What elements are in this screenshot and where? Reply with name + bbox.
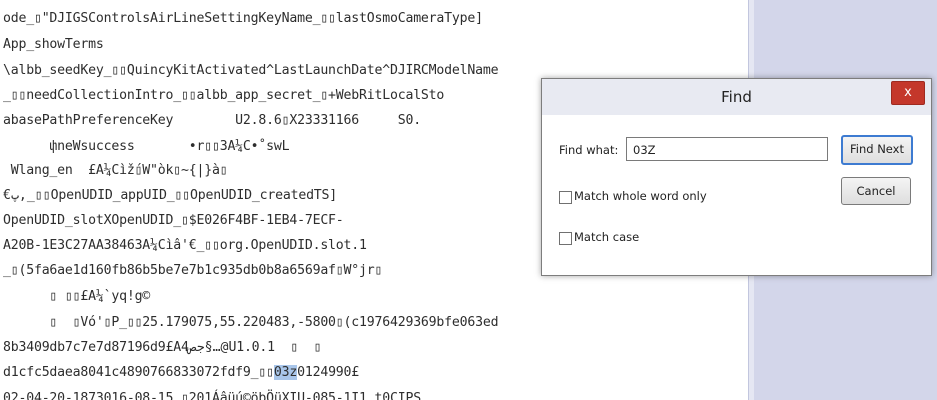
text-line: _▯(5fa6ae1d160fb86b5be7e7b1c935db0b8a656…: [3, 263, 383, 278]
match-whole-word-checkbox[interactable]: [559, 191, 572, 204]
text-line: 02-04-20-1873016-08-15 ▯201Áâüú©öbÖüXIU-…: [3, 391, 421, 400]
text-line: App_showTerms: [3, 37, 104, 52]
close-button[interactable]: x: [891, 81, 925, 105]
text-line: OpenUDID_slotXOpenUDID_▯$E026F4BF-1EB4-7…: [3, 213, 344, 228]
text-line: \albb_seedKey_▯▯QuincyKitActivated^LastL…: [3, 63, 499, 78]
find-what-input[interactable]: 03Z: [626, 137, 828, 161]
text-line: d1cfc5daea8041c4890766833072fdf9_▯▯03z01…: [3, 364, 359, 381]
text-line: ▯ ▯▯£A¼`yq!g©: [3, 289, 151, 304]
text-line: _▯▯needCollectionIntro_▯▯albb_app_secret…: [3, 88, 445, 103]
text-line: abasePathPreferenceKey U2.8.6▯X23331166 …: [3, 113, 421, 128]
text-segment: 0124990£: [297, 365, 360, 380]
match-case-checkbox[interactable]: [559, 232, 572, 245]
find-dialog: Find x Find what: 03Z Find Next Cancel M…: [541, 78, 932, 276]
match-whole-word-label[interactable]: Match whole word only: [574, 189, 707, 203]
text-line: €پ,_▯▯OpenUDID_appUID_▯▯OpenUDID_created…: [3, 188, 338, 203]
close-icon: x: [904, 85, 912, 100]
text-line: ode_▯"DJIGSControlsAirLineSettingKeyName…: [3, 11, 483, 26]
text-line: ▯ ▯Vó'▯P_▯▯25.179075,55.220483,-5800▯(c1…: [3, 315, 499, 330]
text-line: Wlang_en £A¼Cìž́▯W"òk▯~{|}à▯: [3, 163, 228, 178]
dialog-titlebar[interactable]: Find x: [542, 79, 931, 115]
find-what-label: Find what:: [559, 143, 619, 157]
text-line: A20B-1E3C27AA38463A¼Cìâ'€_▯▯org.OpenUDID…: [3, 238, 367, 253]
match-case-label[interactable]: Match case: [574, 230, 639, 244]
search-highlight: 03z: [273, 365, 298, 380]
find-next-button[interactable]: Find Next: [841, 135, 913, 165]
dialog-title: Find: [721, 88, 752, 106]
text-line: 8b3409db7c7e7d87196d9£A4جص§…@U1.0.1 ▯ ▯: [3, 340, 322, 355]
cancel-button[interactable]: Cancel: [841, 177, 911, 205]
text-line: փneWsuccess •r▯▯3A¼C•˚swL: [3, 139, 290, 154]
text-segment: d1cfc5daea8041c4890766833072fdf9_▯▯: [3, 365, 274, 380]
